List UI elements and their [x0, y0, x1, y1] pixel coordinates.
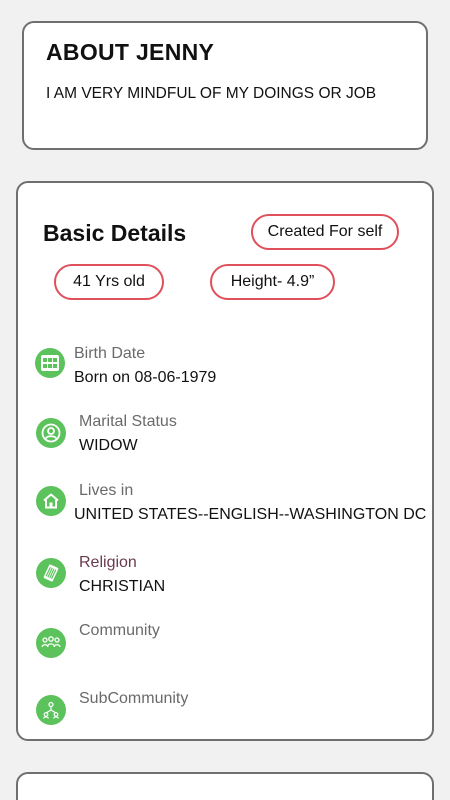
basic-details-title: Basic Details — [43, 220, 187, 246]
scripture-icon — [36, 558, 66, 588]
community-label: Community — [79, 622, 160, 639]
detail-row-community: Community — [18, 620, 432, 670]
about-title: ABOUT JENNY — [46, 39, 215, 65]
lives-in-value: UNITED STATES--ENGLISH--WASHINGTON DC — [74, 506, 426, 523]
about-text: I AM VERY MINDFUL OF MY DOINGS OR JOB — [46, 85, 377, 102]
detail-row-lives-in: Lives in UNITED STATES--ENGLISH--WASHING… — [18, 480, 432, 530]
detail-row-birth-date: Birth Date Born on 08-06-1979 — [18, 343, 432, 393]
height-badge: Height- 4.9” — [210, 264, 335, 300]
about-card: ABOUT JENNY I AM VERY MINDFUL OF MY DOIN… — [22, 21, 428, 150]
religion-label: Religion — [79, 554, 137, 571]
home-icon — [36, 486, 66, 516]
religion-value: CHRISTIAN — [79, 578, 166, 595]
calendar-icon — [35, 348, 65, 378]
age-badge: 41 Yrs old — [54, 264, 164, 300]
community-icon — [36, 628, 66, 658]
subcommunity-label: SubCommunity — [79, 690, 189, 707]
marital-status-label: Marital Status — [79, 413, 177, 430]
lives-in-label: Lives in — [79, 482, 134, 499]
detail-row-subcommunity: SubCommunity — [18, 688, 432, 738]
birth-date-value: Born on 08-06-1979 — [74, 369, 217, 386]
user-circle-icon — [36, 418, 66, 448]
next-section-card — [16, 772, 434, 800]
basic-details-card: Basic Details Created For self 41 Yrs ol… — [16, 181, 434, 741]
detail-row-marital-status: Marital Status WIDOW — [18, 411, 432, 461]
marital-status-value: WIDOW — [79, 437, 138, 454]
subcommunity-icon — [36, 695, 66, 725]
created-for-badge: Created For self — [251, 214, 399, 250]
detail-row-religion: Religion CHRISTIAN — [18, 552, 432, 602]
birth-date-label: Birth Date — [74, 345, 146, 362]
